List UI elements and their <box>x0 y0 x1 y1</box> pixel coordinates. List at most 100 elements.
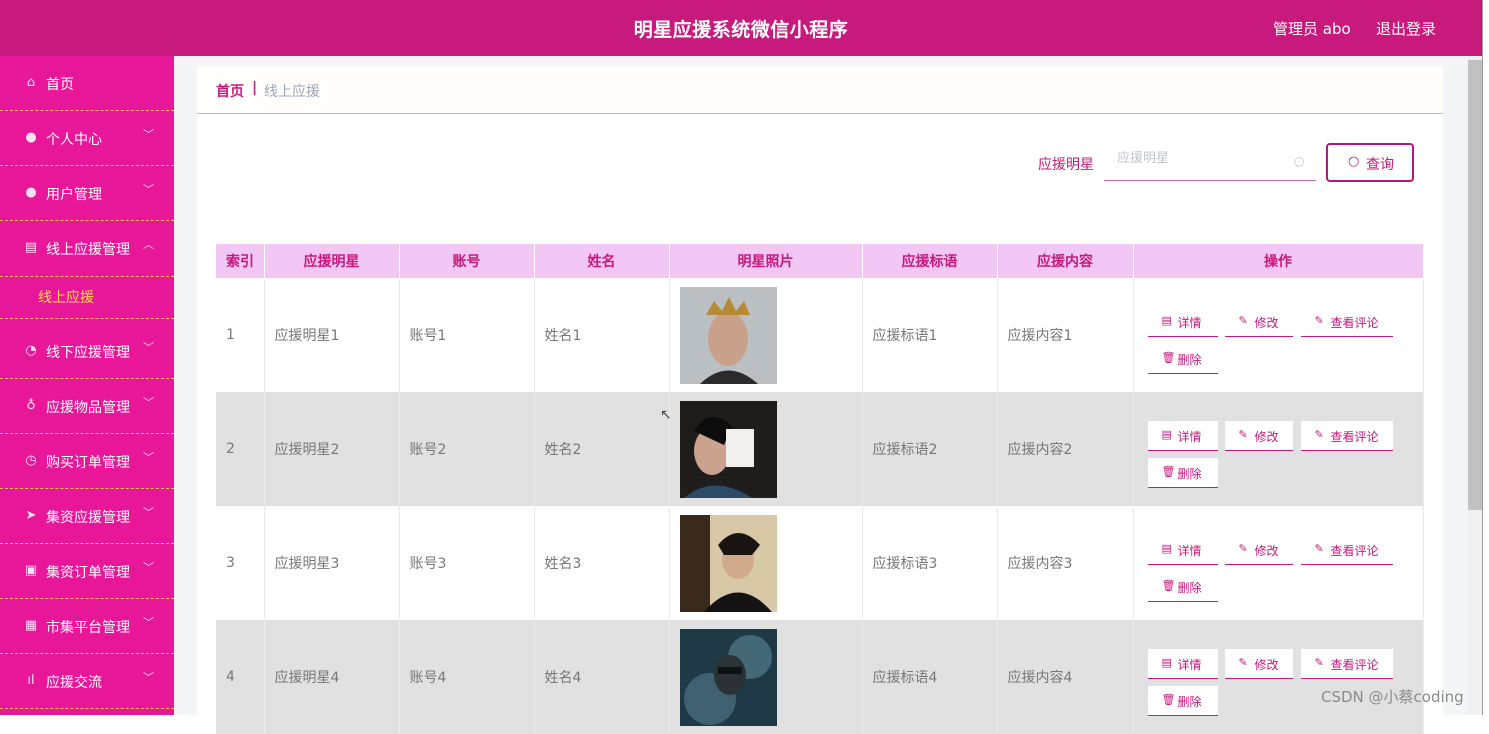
cell-index: 1 <box>216 278 265 392</box>
search-icon: ○ <box>1348 154 1360 169</box>
document-icon: ▤ <box>1161 542 1172 555</box>
sidebar-item-users[interactable]: ● 用户管理 ﹀ <box>0 166 174 221</box>
star-photo[interactable] <box>679 514 777 612</box>
sidebar-item-goods[interactable]: ♁ 应援物品管理 ﹀ <box>0 379 174 434</box>
column-header: 应援明星 <box>264 244 400 278</box>
sidebar-item-home[interactable]: ⌂ 首页 <box>0 56 174 111</box>
pencil-icon: ✎ <box>1314 314 1324 327</box>
admin-label[interactable]: 管理员 abo <box>1273 18 1351 39</box>
search-input[interactable] <box>1117 151 1287 166</box>
cell-account: 账号1 <box>399 278 535 392</box>
sidebar-item-exchange[interactable]: ıl 应援交流 ﹀ <box>0 654 174 709</box>
star-photo[interactable] <box>679 286 777 384</box>
search-field[interactable]: ○ <box>1104 143 1316 181</box>
cell-index: 4 <box>216 620 265 734</box>
logout-link[interactable]: 退出登录 <box>1376 18 1436 39</box>
sidebar-item-profile[interactable]: ● 个人中心 ﹀ <box>0 111 174 166</box>
column-header: 账号 <box>399 244 535 278</box>
clock-icon: ◷ <box>25 453 37 468</box>
chevron-down-icon: ﹀ <box>143 341 154 354</box>
sidebar-item-fund-orders[interactable]: ▣ 集资订单管理 ﹀ <box>0 544 174 599</box>
data-table: 索引 应援明星 账号 姓名 明星照片 应援标语 应援内容 操作 1 应援明星1 … <box>216 244 1424 734</box>
column-header: 应援标语 <box>862 244 998 278</box>
cell-actions: ▤ 详情 ✎ 修改 ✎ 查看评论 🗑 删除 <box>1133 392 1424 506</box>
view-comments-button[interactable]: ✎ 查看评论 <box>1300 649 1393 679</box>
sidebar-item-label: 应援物品管理 <box>46 400 130 416</box>
column-header: 姓名 <box>534 244 670 278</box>
window-edge <box>1482 0 1483 715</box>
watermark: CSDN @小蔡coding <box>1321 688 1464 706</box>
home-icon: ⌂ <box>26 75 36 90</box>
sidebar-item-label: 应援交流 <box>46 675 102 691</box>
sidebar-item-label: 线上应援管理 <box>46 242 130 258</box>
delete-button[interactable]: 🗑 删除 <box>1147 458 1218 488</box>
view-comments-button[interactable]: ✎ 查看评论 <box>1300 535 1393 565</box>
cell-actions: ▤ 详情 ✎ 修改 ✎ 查看评论 🗑 删除 <box>1133 278 1424 392</box>
cell-index: 3 <box>216 506 265 620</box>
pencil-icon: ✎ <box>1238 656 1248 669</box>
star-photo[interactable] <box>679 400 777 498</box>
sidebar-item-label: 市集平台管理 <box>46 620 130 636</box>
user-icon: ● <box>25 185 37 200</box>
cell-star: 应援明星2 <box>264 392 400 506</box>
search-label: 应援明星 <box>1038 157 1094 173</box>
detail-button[interactable]: ▤ 详情 <box>1147 649 1218 679</box>
table-header-row: 索引 应援明星 账号 姓名 明星照片 应援标语 应援内容 操作 <box>216 244 1424 278</box>
sidebar-item-fundraise[interactable]: ➤ 集资应援管理 ﹀ <box>0 489 174 544</box>
top-header: 明星应援系统微信小程序 管理员 abo 退出登录 <box>0 0 1482 56</box>
scrollbar-thumb[interactable] <box>1468 60 1482 510</box>
chevron-down-icon: ﹀ <box>143 561 154 574</box>
delete-button[interactable]: 🗑 删除 <box>1147 686 1218 716</box>
sidebar-item-orders[interactable]: ◷ 购买订单管理 ﹀ <box>0 434 174 489</box>
cell-actions: ▤ 详情 ✎ 修改 ✎ 查看评论 🗑 删除 <box>1133 620 1424 734</box>
sidebar-item-label: 集资应援管理 <box>46 510 130 526</box>
sidebar-item-label: 集资订单管理 <box>46 565 130 581</box>
view-comments-button[interactable]: ✎ 查看评论 <box>1300 421 1393 451</box>
chevron-down-icon: ﹀ <box>143 616 154 629</box>
cell-photo <box>669 392 863 506</box>
edit-button[interactable]: ✎ 修改 <box>1224 649 1293 679</box>
sidebar-item-label: 个人中心 <box>46 132 102 148</box>
document-icon: ▤ <box>1161 428 1172 441</box>
app-title: 明星应援系统微信小程序 <box>633 19 849 41</box>
query-button[interactable]: ○ 查询 <box>1326 143 1414 182</box>
pencil-icon: ✎ <box>1238 542 1248 555</box>
pencil-icon: ✎ <box>1314 428 1324 441</box>
edit-button[interactable]: ✎ 修改 <box>1224 535 1293 565</box>
document-icon: ▤ <box>1161 656 1172 669</box>
sidebar-subitem-online[interactable]: 线上应援 <box>0 276 174 319</box>
sidebar-item-online-support[interactable]: ▤ 线上应援管理 ︿ <box>0 221 174 276</box>
table-row: 1 应援明星1 账号1 姓名1 应援标语1 应援内容1 ▤ 详情 ✎ 修改 ✎ 查看评… <box>216 278 1424 392</box>
detail-button[interactable]: ▤ 详情 <box>1147 535 1218 565</box>
trash-icon: 🗑 <box>1161 693 1176 706</box>
sidebar-item-market[interactable]: ▦ 市集平台管理 ﹀ <box>0 599 174 654</box>
chevron-down-icon: ﹀ <box>143 671 154 684</box>
pencil-icon: ✎ <box>1314 542 1324 555</box>
cell-slogan: 应援标语1 <box>862 278 998 392</box>
cell-star: 应援明星1 <box>264 278 400 392</box>
cell-photo <box>669 506 863 620</box>
column-header: 明星照片 <box>669 244 863 278</box>
edit-button[interactable]: ✎ 修改 <box>1224 307 1293 337</box>
view-comments-button[interactable]: ✎ 查看评论 <box>1300 307 1393 337</box>
table-row: 3 应援明星3 账号3 姓名3 应援标语3 应援内容3 ▤详情 ✎修改 ✎ <box>216 506 1424 620</box>
detail-button[interactable]: ▤ 详情 <box>1147 307 1218 337</box>
edit-button[interactable]: ✎ 修改 <box>1224 421 1293 451</box>
chevron-up-icon: ︿ <box>143 238 154 251</box>
cell-content: 应援内容2 <box>997 392 1134 506</box>
cell-photo <box>669 278 863 392</box>
search-icon: ○ <box>1294 154 1305 168</box>
table-row: 2 应援明星2 账号2 姓名2 应援标语2 应援内容2 ▤详情 ✎修改 ✎ <box>216 392 1424 506</box>
delete-button[interactable]: 🗑 删除 <box>1147 572 1218 602</box>
chevron-down-icon: ﹀ <box>143 451 154 464</box>
document-icon: ▤ <box>1161 314 1172 327</box>
sidebar-item-label: 购买订单管理 <box>46 455 130 471</box>
cell-index: 2 <box>216 392 265 506</box>
star-photo[interactable] <box>679 628 777 726</box>
column-header: 索引 <box>216 244 265 278</box>
cell-slogan: 应援标语2 <box>862 392 998 506</box>
sidebar-item-offline-support[interactable]: ◔ 线下应援管理 ﹀ <box>0 324 174 379</box>
delete-button[interactable]: 🗑 删除 <box>1147 344 1218 374</box>
breadcrumb-home[interactable]: 首页 <box>216 81 244 101</box>
detail-button[interactable]: ▤ 详情 <box>1147 421 1218 451</box>
